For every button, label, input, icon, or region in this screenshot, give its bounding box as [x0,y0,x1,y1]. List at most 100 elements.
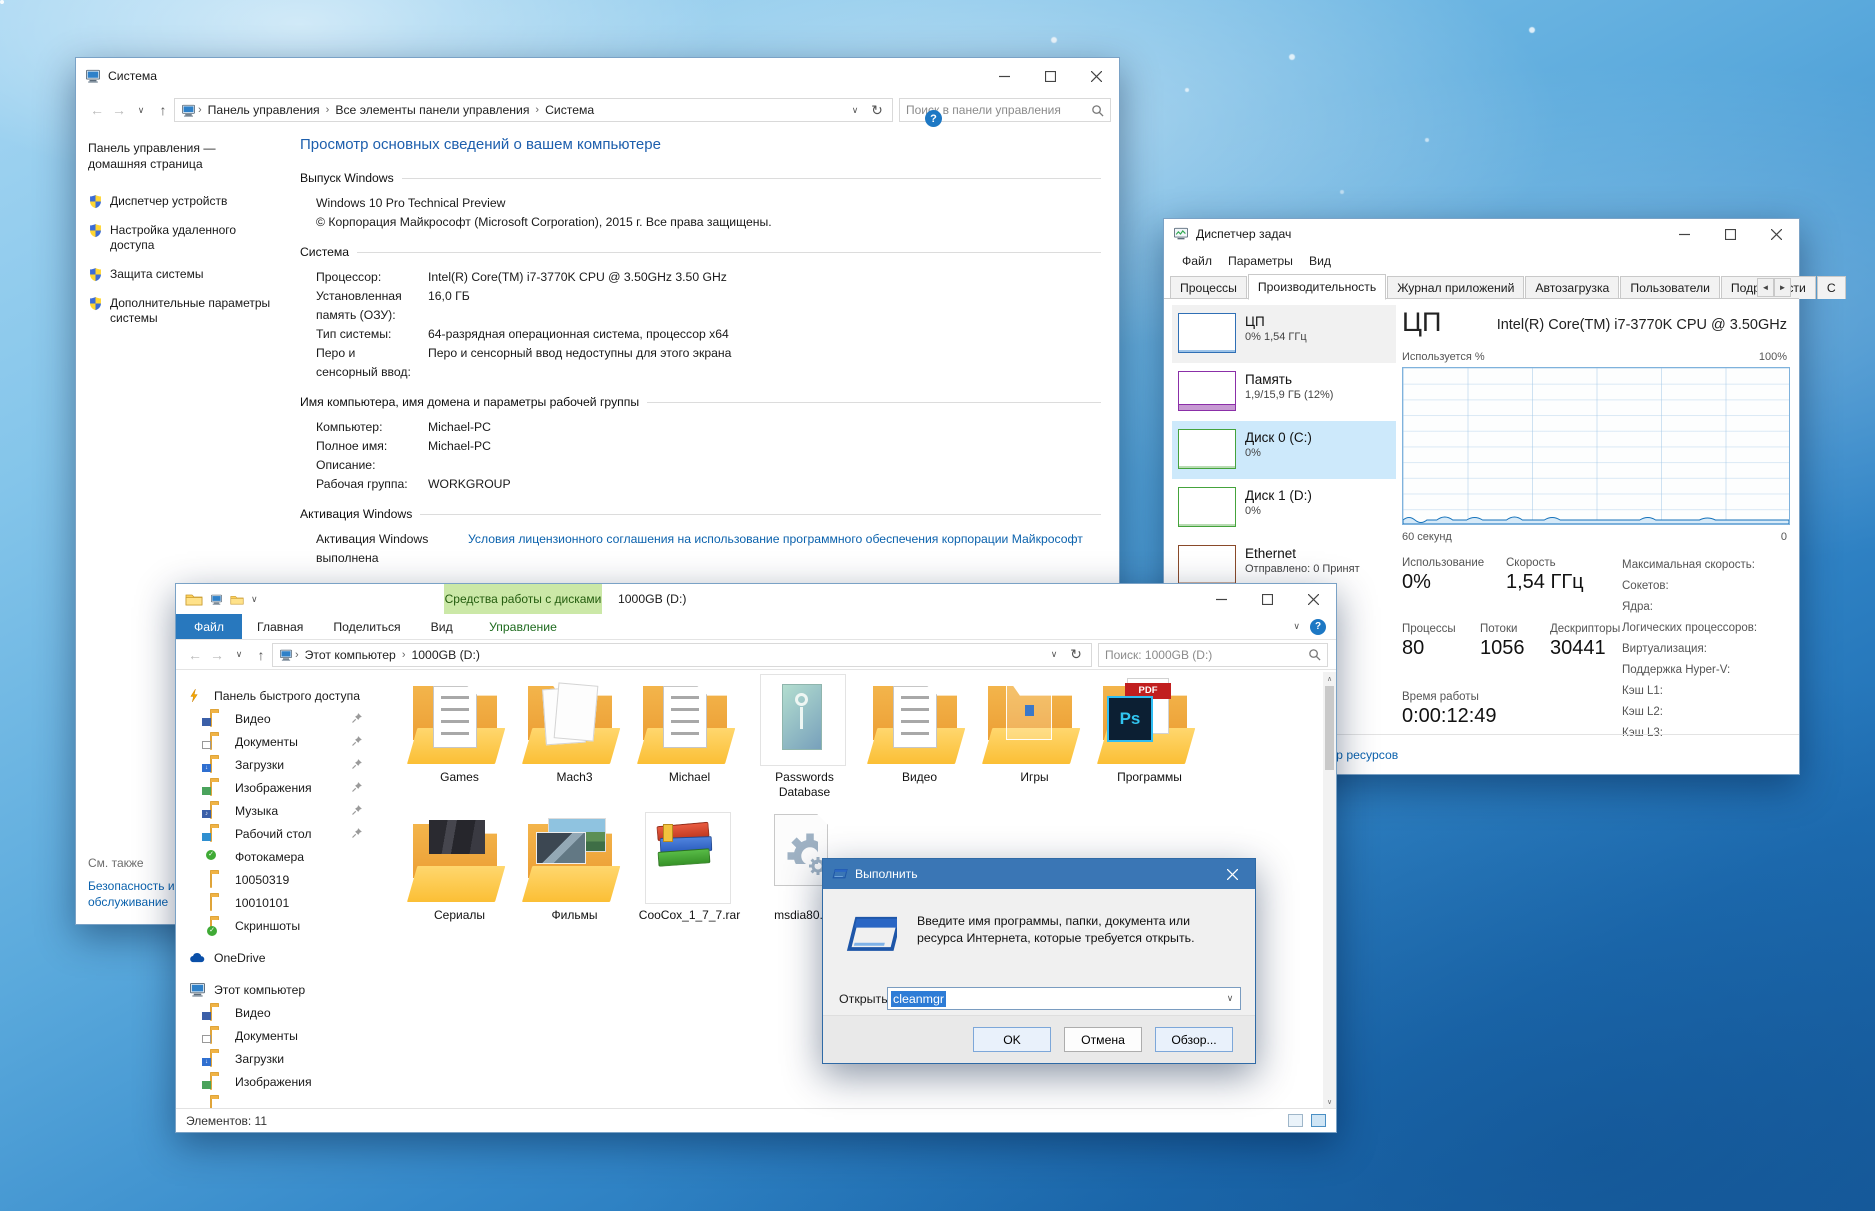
sidebar-pc-clipped-item[interactable] [176,1093,389,1108]
tab-users[interactable]: Пользователи [1620,276,1720,299]
history-chevron-icon[interactable]: ∨ [130,105,152,116]
forward-icon[interactable]: → [206,647,228,663]
run-titlebar[interactable]: Выполнить [823,859,1255,889]
refresh-icon[interactable]: ↻ [1065,646,1087,663]
sidebar-item-device-manager[interactable]: Диспетчер устройств [88,194,274,209]
minimize-button[interactable] [1198,584,1244,614]
task-manager-titlebar[interactable]: Диспетчер задач [1164,219,1799,249]
tab-processes[interactable]: Процессы [1170,276,1247,299]
sidebar-item-downloads[interactable]: ↓ Загрузки [176,753,389,776]
sidebar-item-10010101[interactable]: 10010101 [176,891,389,914]
back-icon[interactable]: ← [184,647,206,663]
maximize-button[interactable] [1707,219,1753,249]
menu-options[interactable]: Параметры [1220,254,1301,268]
cpu-usage-graph[interactable] [1402,367,1790,525]
menu-view[interactable]: Вид [1301,254,1339,268]
breadcrumb-system[interactable]: Система [541,103,598,117]
close-button[interactable] [1753,219,1799,249]
browse-button[interactable]: Обзор... [1155,1027,1233,1052]
perf-item-disk0[interactable]: Диск 0 (C:) 0% [1172,421,1396,479]
history-chevron-icon[interactable]: ∨ [228,649,250,660]
disk-tools-tab[interactable]: Средства работы с дисками [444,584,602,614]
perf-item-disk1[interactable]: Диск 1 (D:) 0% [1172,479,1396,537]
sidebar-item-desktop[interactable]: Рабочий стол [176,822,389,845]
file-tile-movies[interactable]: Фильмы [518,810,631,923]
up-icon[interactable]: ↑ [152,102,174,118]
license-terms-link[interactable]: Условия лицензионного соглашения на испо… [468,530,1101,568]
ok-button[interactable]: OK [973,1027,1051,1052]
help-icon[interactable]: ? [925,110,942,127]
ribbon-tab-manage[interactable]: Управление [444,614,602,639]
sidebar-item-advanced-settings[interactable]: Дополнительные параметры системы [88,296,274,326]
sidebar-item-music[interactable]: ♪ Музыка [176,799,389,822]
minimize-button[interactable] [981,58,1027,94]
file-tile-mach3[interactable]: Mach3 [518,672,631,800]
sidebar-item-control-panel-home[interactable]: Панель управления — домашняя страница [88,140,248,172]
cancel-button[interactable]: Отмена [1064,1027,1142,1052]
file-tile-coocox-rar[interactable]: CooCox_1_7_7.rar [633,810,746,923]
ribbon-collapse-icon[interactable]: ∨ [1293,621,1300,632]
tab-app-history[interactable]: Журнал приложений [1387,276,1525,299]
back-icon[interactable]: ← [86,102,108,118]
scroll-up-icon[interactable]: ∧ [1323,672,1336,685]
sidebar-pc-videos[interactable]: Видео [176,1001,389,1024]
close-button[interactable] [1073,58,1119,94]
sidebar-item-videos[interactable]: Видео [176,707,389,730]
perf-item-memory[interactable]: Память 1,9/15,9 ГБ (12%) [1172,363,1396,421]
qat-customize-icon[interactable]: ∨ [251,594,258,605]
explorer-help-icon[interactable]: ? [1310,618,1326,635]
explorer-search-input[interactable] [1105,647,1308,662]
tab-performance[interactable]: Производительность [1247,274,1387,300]
explorer-address-bar[interactable]: › Этот компьютер › 1000GB (D:) ∨ ↻ [272,642,1092,667]
search-icon[interactable] [1091,104,1104,117]
tab-startup[interactable]: Автозагрузка [1525,276,1620,299]
address-dropdown-icon[interactable]: ∨ [1043,649,1065,660]
qat-new-folder-icon[interactable] [230,594,244,605]
file-tile-programs[interactable]: PDF Ps Программы [1093,672,1206,800]
sidebar-item-system-protection[interactable]: Защита системы [88,267,274,282]
perf-item-cpu[interactable]: ЦП 0% 1,54 ГГц [1172,305,1396,363]
breadcrumb-control-panel[interactable]: Панель управления [204,103,324,117]
menu-file[interactable]: Файл [1174,254,1220,268]
sidebar-pc-downloads[interactable]: ↓ Загрузки [176,1047,389,1070]
ribbon-tab-home[interactable]: Главная [242,614,318,639]
tab-scroll-left-icon[interactable]: ◄ [1757,278,1774,297]
breadcrumb-drive-d[interactable]: 1000GB (D:) [407,648,483,662]
file-tile-games-ru[interactable]: Игры [978,672,1091,800]
maximize-button[interactable] [1244,584,1290,614]
run-command-value[interactable]: cleanmgr [891,990,946,1007]
sidebar-item-documents[interactable]: Документы [176,730,389,753]
close-button[interactable] [1209,859,1255,889]
sidebar-item-camera[interactable]: ✓ Фотокамера [176,845,389,868]
minimize-button[interactable] [1661,219,1707,249]
file-tile-games[interactable]: Games [403,672,516,800]
address-dropdown-icon[interactable]: ∨ [844,105,866,116]
scrollbar-thumb[interactable] [1325,686,1334,770]
file-tile-passwords-database[interactable]: Passwords Database [748,672,861,800]
ribbon-tab-share[interactable]: Поделиться [318,614,415,639]
maximize-button[interactable] [1027,58,1073,94]
qat-properties-icon[interactable] [210,594,223,605]
thumbnails-view-icon[interactable] [1311,1114,1326,1127]
file-tile-michael[interactable]: Michael [633,672,746,800]
breadcrumb-this-pc[interactable]: Этот компьютер [301,648,400,662]
ribbon-tab-file[interactable]: Файл [176,614,242,639]
scroll-down-icon[interactable]: ∨ [1323,1095,1336,1108]
sidebar-item-remote-access[interactable]: Настройка удаленного доступа [88,223,274,253]
refresh-icon[interactable]: ↻ [866,102,888,119]
sidebar-onedrive[interactable]: OneDrive [176,946,389,969]
explorer-titlebar[interactable]: ∨ Средства работы с дисками 1000GB (D:) [176,584,1336,614]
file-tile-video[interactable]: Видео [863,672,976,800]
tab-services-partial[interactable]: С [1816,276,1846,299]
sidebar-scrollbar[interactable]: ∧ ∨ [1323,672,1336,1108]
sidebar-item-screenshots[interactable]: ✓ Скриншоты [176,914,389,937]
sidebar-this-pc[interactable]: Этот компьютер [176,978,389,1001]
system-titlebar[interactable]: Система [76,58,1119,94]
file-tile-series[interactable]: Сериалы [403,810,516,923]
sidebar-pc-documents[interactable]: Документы [176,1024,389,1047]
breadcrumb-all-items[interactable]: Все элементы панели управления [331,103,533,117]
search-icon[interactable] [1308,648,1321,661]
sidebar-item-10050319[interactable]: 10050319 [176,868,389,891]
combobox-dropdown-icon[interactable]: ∨ [1220,988,1240,1009]
close-button[interactable] [1290,584,1336,614]
